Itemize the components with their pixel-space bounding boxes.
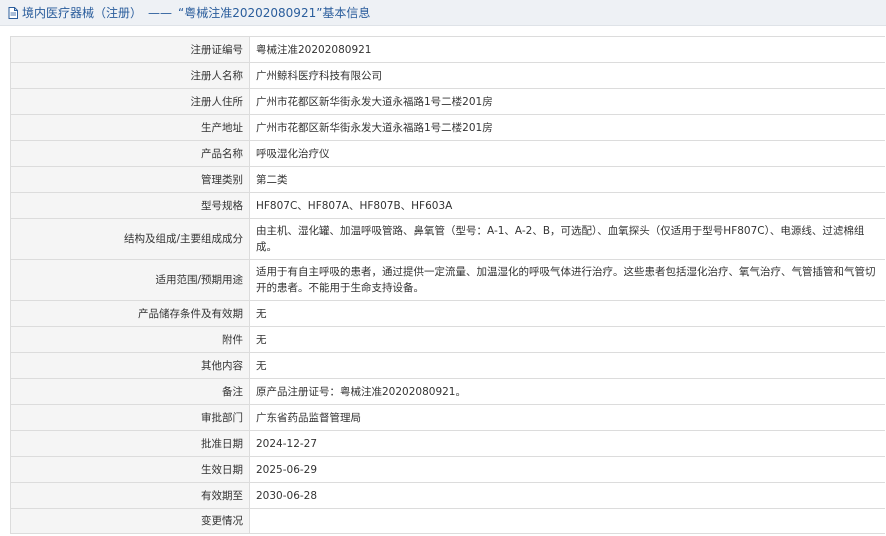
- row-value: 无: [249, 326, 885, 353]
- page-header: 境内医疗器械（注册） —— “粤械注准20202080921”基本信息: [0, 0, 886, 26]
- table-row: 适用范围/预期用途 适用于有自主呼吸的患者，通过提供一定流量、加温湿化的呼吸气体进…: [10, 259, 885, 301]
- table-row: 备注 原产品注册证号：粤械注准20202080921。: [10, 378, 885, 405]
- table-row: 有效期至 2030-06-28: [10, 482, 885, 509]
- row-label: 附件: [10, 326, 250, 353]
- row-value: 无: [249, 352, 885, 379]
- row-value: HF807C、HF807A、HF807B、HF603A: [249, 192, 885, 219]
- table-row: 产品储存条件及有效期无: [10, 300, 885, 327]
- row-value: 2025-06-29: [249, 456, 885, 483]
- table-row: 生效日期 2025-06-29: [10, 456, 885, 483]
- table-row: 管理类别 第二类: [10, 166, 885, 193]
- table-row: 注册证编号 粤械注准20202080921: [10, 36, 885, 63]
- header-separator: ——: [148, 5, 173, 20]
- row-label: 生产地址: [10, 114, 250, 141]
- row-value: 广东省药品监督管理局: [249, 404, 885, 431]
- category-label: 境内医疗器械（注册）: [22, 6, 143, 20]
- row-label: 批准日期: [10, 430, 250, 457]
- row-value: 适用于有自主呼吸的患者，通过提供一定流量、加温湿化的呼吸气体进行治疗。这些患者包…: [249, 259, 885, 301]
- row-label: 管理类别: [10, 166, 250, 193]
- row-label: 有效期至: [10, 482, 250, 509]
- table-row: 注册人名称 广州鲸科医疗科技有限公司: [10, 62, 885, 89]
- row-value: 原产品注册证号：粤械注准20202080921。: [249, 378, 885, 405]
- row-value: 广州市花都区新华街永发大道永福路1号二楼201房: [249, 114, 885, 141]
- row-value: 粤械注准20202080921: [249, 36, 885, 63]
- table-row: 批准日期 2024-12-27: [10, 430, 885, 457]
- row-label: 备注: [10, 378, 250, 405]
- document-icon: [8, 6, 18, 19]
- row-label: 适用范围/预期用途: [10, 259, 250, 301]
- table-row: 审批部门 广东省药品监督管理局: [10, 404, 885, 431]
- info-table-container: 注册证编号 粤械注准20202080921 注册人名称 广州鲸科医疗科技有限公司 注…: [10, 36, 885, 536]
- table-row: 生产地址 广州市花都区新华街永发大道永福路1号二楼201房: [10, 114, 885, 141]
- row-value: 呼吸湿化治疗仪: [249, 140, 885, 167]
- row-label: 产品储存条件及有效期: [10, 300, 250, 327]
- table-row: 产品名称 呼吸湿化治疗仪: [10, 140, 885, 167]
- table-row: 结构及组成/主要组成成分 由主机、湿化罐、加温呼吸管路、鼻氧管（型号：A-1、A-…: [10, 218, 885, 260]
- row-value: 2024-12-27: [249, 430, 885, 457]
- row-value: 无: [249, 300, 885, 327]
- row-value: 广州鲸科医疗科技有限公司: [249, 62, 885, 89]
- row-label: 生效日期: [10, 456, 250, 483]
- row-value: 由主机、湿化罐、加温呼吸管路、鼻氧管（型号：A-1、A-2、B，可选配）、血氧探…: [249, 218, 885, 260]
- row-value: [249, 508, 885, 534]
- info-table: 注册证编号 粤械注准20202080921 注册人名称 广州鲸科医疗科技有限公司 注…: [10, 36, 885, 534]
- row-label: 结构及组成/主要组成成分: [10, 218, 250, 260]
- table-row: 附件无: [10, 326, 885, 353]
- row-label: 注册人名称: [10, 62, 250, 89]
- table-row: 型号规格 HF807C、HF807A、HF807B、HF603A: [10, 192, 885, 219]
- row-label: 审批部门: [10, 404, 250, 431]
- table-row: 变更情况: [10, 508, 885, 534]
- row-value: 广州市花都区新华街永发大道永福路1号二楼201房: [249, 88, 885, 115]
- row-label: 型号规格: [10, 192, 250, 219]
- row-label: 产品名称: [10, 140, 250, 167]
- table-row: 注册人住所 广州市花都区新华街永发大道永福路1号二楼201房: [10, 88, 885, 115]
- row-value: 第二类: [249, 166, 885, 193]
- row-label: 注册证编号: [10, 36, 250, 63]
- row-label: 变更情况: [10, 508, 250, 534]
- table-row: 其他内容无: [10, 352, 885, 379]
- row-label: 注册人住所: [10, 88, 250, 115]
- row-value: 2030-06-28: [249, 482, 885, 509]
- page-title: “粤械注准20202080921”基本信息: [178, 6, 371, 20]
- row-label: 其他内容: [10, 352, 250, 379]
